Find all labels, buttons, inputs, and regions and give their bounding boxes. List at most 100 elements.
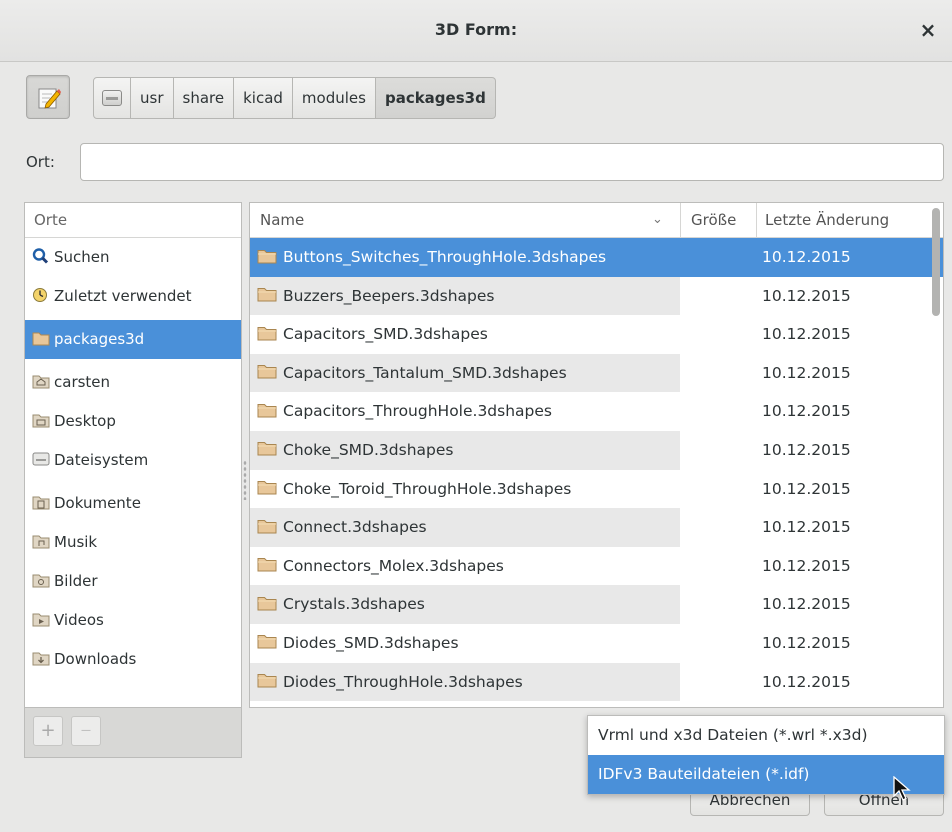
table-row[interactable]: Capacitors_ThroughHole.3dshapes 10.12.201… (250, 392, 943, 431)
sidebar-item-pictures[interactable]: Bilder (25, 562, 241, 601)
file-name: Choke_SMD.3dshapes (283, 440, 454, 459)
search-icon (32, 247, 49, 264)
drive-icon (32, 452, 50, 465)
file-name-cell: Diodes_ThroughHole.3dshapes (250, 662, 680, 702)
drive-icon (102, 89, 122, 106)
folder-icon (257, 288, 277, 302)
sidebar-item-documents[interactable]: Dokumente (25, 484, 241, 523)
file-name-cell: Capacitors_SMD.3dshapes (250, 315, 680, 354)
table-row[interactable]: Diodes_ThroughHole.3dshapes 10.12.2015 (250, 662, 943, 702)
folder-icon (32, 332, 50, 345)
file-name-cell: Buttons_Switches_ThroughHole.3dshapes (250, 238, 680, 277)
sort-descending-icon: ⌄ (652, 212, 663, 227)
file-modified-cell: 10.12.2015 (762, 633, 851, 652)
sidebar-item-downloads[interactable]: Downloads (25, 640, 241, 679)
sidebar-item-desktop[interactable]: Desktop (25, 402, 241, 441)
window-title: 3D Form: (434, 20, 518, 39)
column-header-size[interactable]: Größe (680, 203, 756, 238)
type-location-toggle-button[interactable] (26, 75, 70, 119)
mouse-cursor-icon (893, 776, 911, 801)
filter-option-vrml-x3d[interactable]: Vrml und x3d Dateien (*.wrl *.x3d) (588, 716, 944, 755)
sidebar-item-label: Dokumente (54, 494, 141, 512)
sidebar-item-search[interactable]: Suchen (25, 238, 241, 277)
table-row[interactable]: Buzzers_Beepers.3dshapes 10.12.2015 (250, 276, 943, 316)
table-row[interactable]: Choke_Toroid_ThroughHole.3dshapes 10.12.2… (250, 470, 943, 509)
file-modified-cell: 10.12.2015 (762, 518, 851, 537)
folder-icon (257, 442, 277, 456)
file-name: Choke_Toroid_ThroughHole.3dshapes (283, 479, 572, 498)
music-folder-icon (32, 535, 50, 548)
sidebar-item-music[interactable]: Musik (25, 523, 241, 562)
sidebar-item-label: Suchen (54, 248, 110, 266)
pane-resize-handle[interactable] (243, 460, 247, 500)
path-segment-usr[interactable]: usr (131, 77, 174, 119)
file-modified-cell: 10.12.2015 (762, 595, 851, 614)
folder-icon (257, 519, 277, 534)
column-header-modified[interactable]: Letzte Änderung (756, 203, 926, 238)
filter-option-idf[interactable]: IDFv3 Bauteildateien (*.idf) (588, 755, 944, 794)
pictures-folder-icon (32, 574, 50, 587)
file-name-cell: Choke_Toroid_ThroughHole.3dshapes (250, 470, 680, 509)
folder-icon (257, 365, 277, 379)
location-label: Ort: (26, 153, 55, 171)
sidebar-item-recent[interactable]: Zuletzt verwendet (25, 277, 241, 316)
path-segment-share[interactable]: share (173, 77, 235, 119)
places-toolbar: + — (24, 708, 242, 758)
places-sidebar: Orte Suchen Zuletzt verwendet packages3d… (24, 202, 242, 708)
file-modified-cell: 10.12.2015 (762, 479, 851, 498)
file-modified-cell: 10.12.2015 (762, 363, 851, 382)
sidebar-item-label: Videos (54, 611, 104, 629)
file-name-cell: Connectors_Molex.3dshapes (250, 547, 680, 586)
column-header-name[interactable]: Name (260, 203, 304, 238)
file-name-cell: Buzzers_Beepers.3dshapes (250, 276, 680, 316)
table-row[interactable]: Capacitors_SMD.3dshapes 10.12.2015 (250, 315, 943, 354)
file-name: Connectors_Molex.3dshapes (283, 556, 504, 575)
recent-icon (33, 287, 47, 302)
folder-icon (257, 596, 277, 611)
location-input[interactable] (80, 143, 944, 181)
file-modified-cell: 10.12.2015 (762, 440, 851, 459)
path-root-button[interactable] (93, 77, 131, 119)
folder-icon (257, 249, 277, 263)
file-modified-cell: 10.12.2015 (762, 325, 851, 344)
file-name: Diodes_SMD.3dshapes (283, 633, 459, 652)
sidebar-item-label: Dateisystem (54, 451, 149, 469)
folder-icon (257, 326, 277, 341)
sidebar-item-packages3d[interactable]: packages3d (25, 320, 241, 359)
table-row[interactable]: Crystals.3dshapes 10.12.2015 (250, 585, 943, 624)
file-name: Diodes_ThroughHole.3dshapes (283, 672, 523, 691)
file-modified-cell: 10.12.2015 (762, 672, 851, 691)
file-name: Capacitors_Tantalum_SMD.3dshapes (283, 363, 567, 382)
path-bar: usr share kicad modules packages3d (93, 77, 496, 119)
file-name-cell: Diodes_SMD.3dshapes (250, 624, 680, 663)
file-name-cell: Capacitors_ThroughHole.3dshapes (250, 392, 680, 431)
remove-place-button[interactable]: — (71, 716, 101, 746)
sidebar-item-videos[interactable]: Videos (25, 601, 241, 640)
path-segment-packages3d[interactable]: packages3d (375, 77, 496, 119)
sidebar-item-filesystem[interactable]: Dateisystem (25, 441, 241, 480)
table-row[interactable]: Capacitors_Tantalum_SMD.3dshapes 10.12.20… (250, 353, 943, 393)
file-name-cell: Capacitors_Tantalum_SMD.3dshapes (250, 353, 680, 393)
table-row[interactable]: Buttons_Switches_ThroughHole.3dshapes 10.… (250, 238, 943, 277)
title-bar: 3D Form: × (0, 0, 952, 62)
close-button[interactable]: × (914, 14, 942, 46)
table-row[interactable]: Connect.3dshapes 10.12.2015 (250, 508, 943, 547)
file-modified-cell: 10.12.2015 (762, 286, 851, 305)
vertical-scrollbar[interactable] (932, 208, 940, 316)
sidebar-item-label: Downloads (54, 650, 137, 668)
file-name-cell: Choke_SMD.3dshapes (250, 430, 680, 470)
path-segment-modules[interactable]: modules (292, 77, 376, 119)
table-row[interactable]: Connectors_Molex.3dshapes 10.12.2015 (250, 547, 943, 586)
sidebar-item-label: carsten (54, 373, 111, 391)
file-list-header: Name ⌄ Größe Letzte Änderung (250, 203, 943, 238)
places-header: Orte (25, 203, 241, 238)
folder-icon (257, 481, 277, 495)
add-place-button[interactable]: + (33, 716, 63, 746)
file-name: Capacitors_SMD.3dshapes (283, 325, 488, 344)
table-row[interactable]: Diodes_SMD.3dshapes 10.12.2015 (250, 624, 943, 663)
path-segment-kicad[interactable]: kicad (234, 77, 293, 119)
sidebar-item-carsten[interactable]: carsten (25, 363, 241, 402)
table-row[interactable]: Choke_SMD.3dshapes 10.12.2015 (250, 430, 943, 470)
file-name-cell: Connect.3dshapes (250, 508, 680, 547)
file-name: Capacitors_ThroughHole.3dshapes (283, 402, 552, 421)
